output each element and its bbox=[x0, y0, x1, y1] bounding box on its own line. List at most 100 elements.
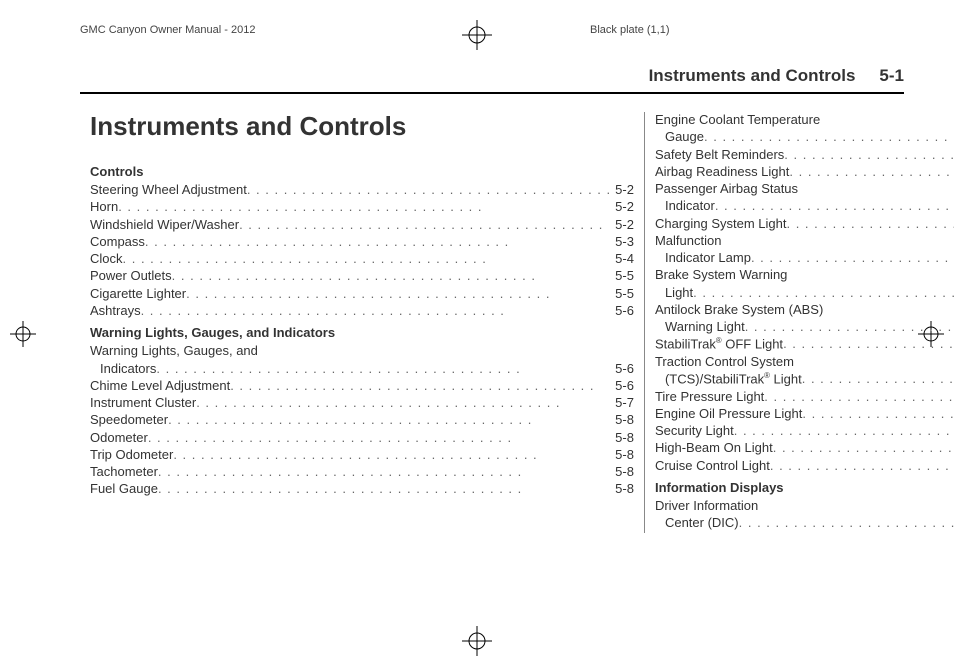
toc-entry-page: 5-2 bbox=[611, 199, 634, 215]
toc-entry: StabiliTrak® OFF Light5-16 bbox=[655, 336, 954, 353]
toc-entry-label: Windshield Wiper/Washer bbox=[90, 217, 239, 233]
toc-leader-dots bbox=[770, 458, 954, 474]
toc-entry: Brake System Warning bbox=[655, 267, 954, 283]
toc-leader-dots bbox=[802, 371, 954, 388]
toc-entry: Tachometer5-8 bbox=[90, 464, 634, 480]
toc-entry: Cigarette Lighter 5-5 bbox=[90, 286, 634, 302]
toc-leader-dots bbox=[118, 199, 611, 215]
toc-entry: Tire Pressure Light5-17 bbox=[655, 389, 954, 405]
toc-leader-dots bbox=[693, 285, 954, 301]
toc-entry: Center (DIC)5-19 bbox=[655, 515, 954, 531]
toc-entry-label: Airbag Readiness Light bbox=[655, 164, 789, 180]
toc-entry-label: Light bbox=[655, 285, 693, 301]
toc-entry: Chime Level Adjustment 5-6 bbox=[90, 378, 634, 394]
toc-entry-label: Security Light bbox=[655, 423, 734, 439]
toc-entry: Horn 5-2 bbox=[90, 199, 634, 215]
toc-leader-dots bbox=[196, 395, 611, 411]
toc-entry-label: Center (DIC) bbox=[655, 515, 739, 531]
toc-entry: Traction Control System bbox=[655, 354, 954, 370]
toc-entry-page: 5-6 bbox=[611, 378, 634, 394]
toc-entry-label: Power Outlets bbox=[90, 268, 172, 284]
toc-leader-dots bbox=[789, 164, 954, 180]
toc-entry-label: Safety Belt Reminders bbox=[655, 147, 784, 163]
toc-entry: (TCS)/StabiliTrak® Light5-16 bbox=[655, 371, 954, 388]
toc-leader-dots bbox=[158, 481, 611, 497]
toc-entry-page: 5-2 bbox=[611, 217, 634, 233]
toc-entry: Compass 5-3 bbox=[90, 234, 634, 250]
toc-entry-page: 5-8 bbox=[611, 447, 634, 463]
toc-leader-dots bbox=[764, 389, 954, 405]
toc-entry-page: 5-3 bbox=[611, 234, 634, 250]
toc-entry: Instrument Cluster 5-7 bbox=[90, 395, 634, 411]
toc-entry-label: Gauge bbox=[655, 129, 704, 145]
toc-leader-dots bbox=[773, 440, 954, 456]
toc-entry-label: Warning Lights, Gauges, and bbox=[90, 343, 258, 359]
toc-section-heading: Controls bbox=[90, 164, 634, 180]
toc-entry-label: StabiliTrak® OFF Light bbox=[655, 336, 783, 353]
toc-entry-label: Trip Odometer bbox=[90, 447, 173, 463]
toc-entry: Warning Light5-15 bbox=[655, 319, 954, 335]
toc-entry: Power Outlets 5-5 bbox=[90, 268, 634, 284]
toc-leader-dots bbox=[786, 216, 954, 232]
toc-leader-dots bbox=[230, 378, 611, 394]
toc-entry-label: Instrument Cluster bbox=[90, 395, 196, 411]
toc-entry: Security Light5-18 bbox=[655, 423, 954, 439]
toc-entry-label: Odometer bbox=[90, 430, 148, 446]
toc-leader-dots bbox=[173, 447, 611, 463]
toc-entry-label: Warning Light bbox=[655, 319, 745, 335]
toc-leader-dots bbox=[751, 250, 954, 266]
toc-entry-label: Indicators bbox=[90, 361, 156, 377]
toc-leader-dots bbox=[156, 361, 611, 377]
toc-entry-label: Ashtrays bbox=[90, 303, 141, 319]
toc-entry-page: 5-4 bbox=[611, 251, 634, 267]
plate-label: Black plate (1,1) bbox=[590, 24, 669, 36]
toc-entry: Windshield Wiper/Washer 5-2 bbox=[90, 217, 634, 233]
registration-mark-icon bbox=[462, 626, 492, 656]
toc-entry: Safety Belt Reminders5-9 bbox=[655, 147, 954, 163]
toc-column: Instruments and ControlsControlsSteering… bbox=[80, 112, 644, 533]
toc-entry: Ashtrays 5-6 bbox=[90, 303, 634, 319]
section-page: 5-1 bbox=[879, 66, 904, 85]
toc-entry: Driver Information bbox=[655, 498, 954, 514]
toc-entry-label: Fuel Gauge bbox=[90, 481, 158, 497]
toc-entry-page: 5-8 bbox=[611, 412, 634, 428]
toc-entry-label: Cruise Control Light bbox=[655, 458, 770, 474]
toc-leader-dots bbox=[123, 251, 612, 267]
manual-title: GMC Canyon Owner Manual - 2012 bbox=[80, 24, 255, 36]
toc-entry-label: Engine Coolant Temperature bbox=[655, 112, 820, 128]
toc-entry-label: Indicator Lamp bbox=[655, 250, 751, 266]
toc-entry-page: 5-8 bbox=[611, 430, 634, 446]
toc-section-heading: Warning Lights, Gauges, and Indicators bbox=[90, 325, 634, 341]
toc-leader-dots bbox=[186, 286, 611, 302]
toc-entry-label: Cigarette Lighter bbox=[90, 286, 186, 302]
toc-entry-label: Tachometer bbox=[90, 464, 158, 480]
toc-leader-dots bbox=[739, 515, 954, 531]
page-title: Instruments and Controls bbox=[90, 112, 634, 142]
toc-column: Engine Coolant TemperatureGauge5-9Safety… bbox=[644, 112, 954, 533]
toc-leader-dots bbox=[802, 406, 954, 422]
registration-mark-icon bbox=[10, 321, 36, 347]
toc-entry: Speedometer5-8 bbox=[90, 412, 634, 428]
toc-leader-dots bbox=[168, 412, 611, 428]
toc-entry-label: (TCS)/StabiliTrak® Light bbox=[655, 371, 802, 388]
section-name: Instruments and Controls bbox=[649, 66, 856, 85]
toc-leader-dots bbox=[783, 336, 954, 353]
toc-entry-label: Chime Level Adjustment bbox=[90, 378, 230, 394]
toc-entry: Malfunction bbox=[655, 233, 954, 249]
toc-entry-label: Horn bbox=[90, 199, 118, 215]
toc-entry: Cruise Control Light5-18 bbox=[655, 458, 954, 474]
toc-entry-label: Passenger Airbag Status bbox=[655, 181, 798, 197]
toc-leader-dots bbox=[704, 129, 954, 145]
toc-entry: Odometer 5-8 bbox=[90, 430, 634, 446]
toc-entry-page: 5-5 bbox=[611, 286, 634, 302]
toc-entry-page: 5-7 bbox=[611, 395, 634, 411]
toc-entry-page: 5-5 bbox=[611, 268, 634, 284]
toc-entry-label: Clock bbox=[90, 251, 123, 267]
toc-leader-dots bbox=[745, 319, 954, 335]
toc-entry-label: Engine Oil Pressure Light bbox=[655, 406, 802, 422]
toc-leader-dots bbox=[148, 430, 611, 446]
toc-entry-label: Compass bbox=[90, 234, 145, 250]
toc-entry-page: 5-6 bbox=[611, 303, 634, 319]
toc-entry-label: Malfunction bbox=[655, 233, 721, 249]
toc-entry: Engine Oil Pressure Light5-17 bbox=[655, 406, 954, 422]
